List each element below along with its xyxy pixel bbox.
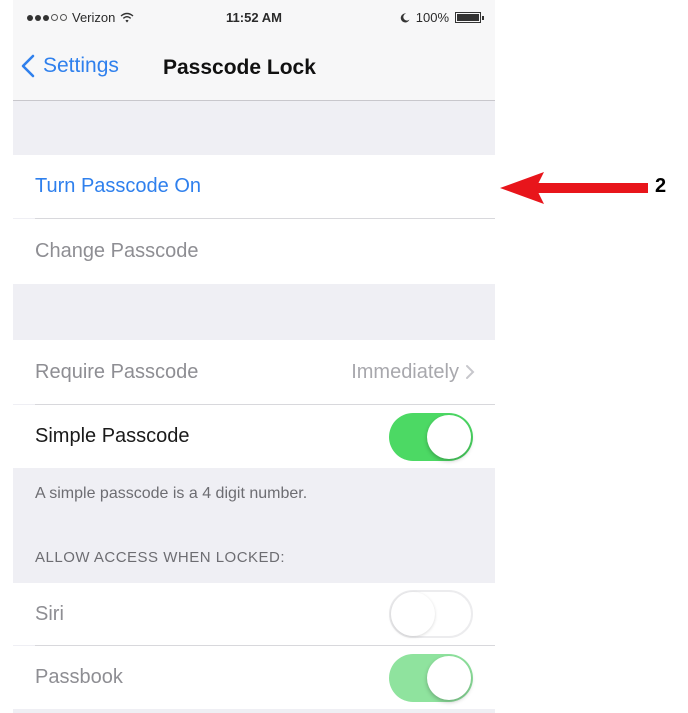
turn-passcode-on-label: Turn Passcode On: [35, 175, 202, 197]
step-number: 2: [655, 175, 667, 197]
require-passcode-value: Immediately: [351, 360, 459, 383]
simple-passcode-footer: A simple passcode is a 4 digit number.: [35, 485, 308, 502]
change-passcode-cell: Change Passcode: [13, 219, 495, 284]
passbook-label: Passbook: [35, 666, 123, 688]
status-right: 100%: [400, 10, 484, 25]
siri-cell: Siri: [13, 583, 495, 645]
passbook-toggle[interactable]: [389, 653, 473, 702]
simple-passcode-cell: Simple Passcode: [13, 405, 495, 468]
status-bar: Verizon 11:52 AM 100%: [13, 0, 495, 36]
annotation-arrow-icon: [500, 172, 648, 204]
change-passcode-label: Change Passcode: [35, 240, 199, 262]
passbook-cell: Passbook: [13, 646, 495, 709]
battery-percent: 100%: [415, 10, 449, 25]
siri-label: Siri: [35, 602, 64, 625]
simple-passcode-label: Simple Passcode: [35, 425, 190, 447]
allow-access-header: ALLOW ACCESS WHEN LOCKED:: [35, 549, 286, 566]
moon-icon: [400, 12, 410, 22]
chevron-left-icon: [21, 54, 35, 78]
simple-passcode-toggle[interactable]: [389, 412, 473, 461]
page-title: Passcode Lock: [163, 56, 316, 79]
phone-screen: Verizon 11:52 AM 100% Settings Passcode …: [13, 0, 495, 713]
back-button[interactable]: Settings: [21, 54, 119, 78]
battery-icon: [455, 12, 484, 23]
navigation-bar: Settings Passcode Lock: [13, 36, 495, 101]
siri-toggle[interactable]: [389, 590, 473, 638]
chevron-right-icon: [466, 365, 475, 379]
require-passcode-label: Require Passcode: [35, 360, 199, 383]
require-passcode-cell: Require Passcode Immediately: [13, 340, 495, 404]
back-label: Settings: [43, 54, 119, 77]
turn-passcode-on-cell[interactable]: Turn Passcode On: [13, 155, 495, 218]
